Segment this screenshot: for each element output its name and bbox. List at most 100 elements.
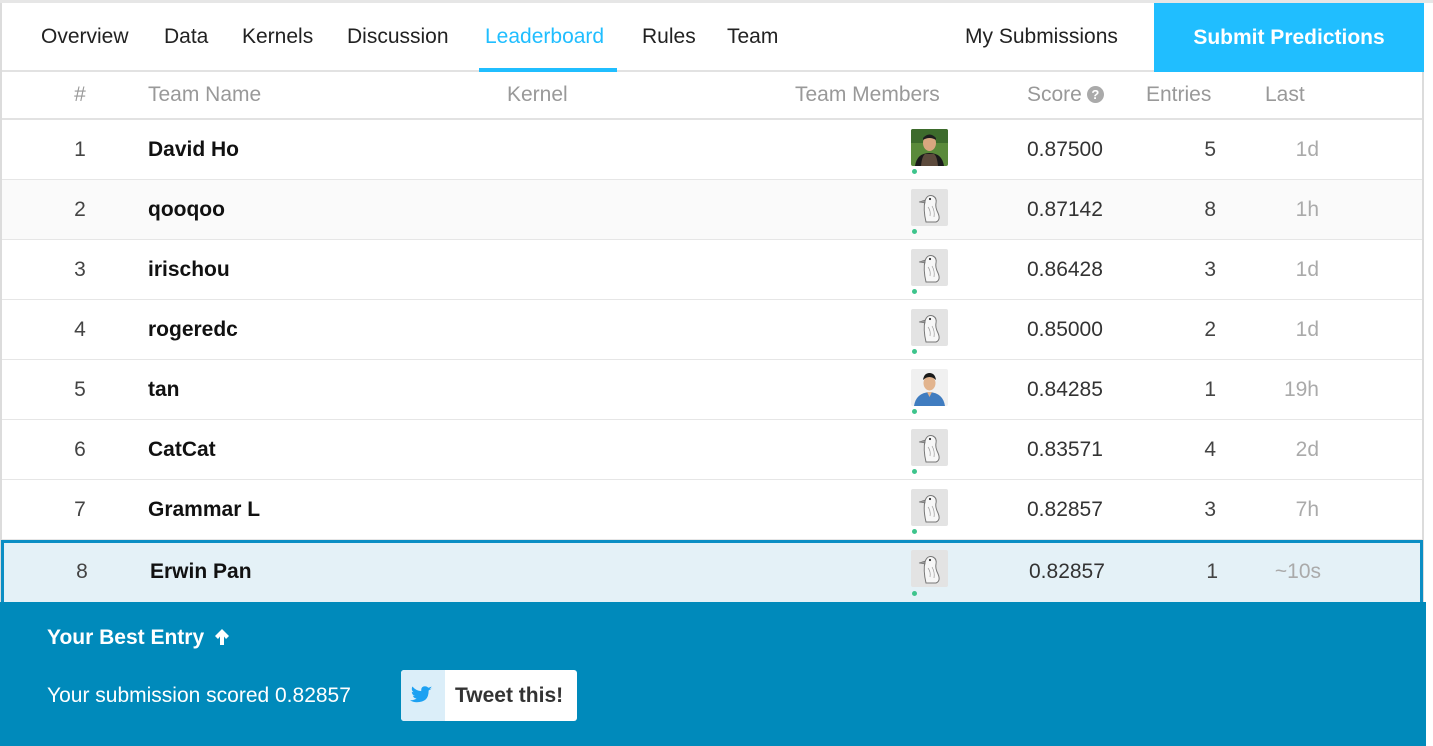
team-name-link[interactable]: David Ho [148,120,239,179]
arrow-up-icon [214,626,230,650]
my-team-row[interactable]: 8 Erwin Pan 0.82857 1 ~10s [1,540,1423,602]
header-team-members: Team Members [795,83,940,106]
last-cell: 7h [1295,498,1319,521]
tab-leaderboard[interactable]: Leaderboard [485,3,604,70]
avatar[interactable] [911,249,948,286]
online-status-dot [912,289,917,294]
score-cell: 0.84285 [1027,378,1103,401]
help-icon[interactable]: ? [1086,86,1104,103]
table-row[interactable]: 2 qooqoo 0.87142 8 1h [2,180,1422,240]
score-cell: 0.85000 [1027,318,1103,341]
avatar[interactable] [911,489,948,526]
header-last: Last [1265,83,1305,106]
last-cell: 1d [1295,258,1319,281]
default-goose-icon [911,249,948,286]
default-goose-icon [911,550,948,587]
tweet-button-label: Tweet this! [455,684,564,707]
twitter-bird-icon [401,670,445,721]
best-entry-title-text: Your Best Entry [47,626,205,649]
online-status-dot [912,169,917,174]
score-cell: 0.82857 [1027,498,1103,521]
table-row[interactable]: 3 irischou 0.86428 3 1d [2,240,1422,300]
tab-kernels[interactable]: Kernels [242,3,313,70]
competition-nav: Overview Data Kernels Discussion Leaderb… [2,3,1424,72]
default-goose-icon [911,189,948,226]
header-score[interactable]: Score? [1027,72,1104,118]
team-name-link[interactable]: Grammar L [148,480,260,539]
submit-predictions-button[interactable]: Submit Predictions [1154,3,1424,72]
team-name-link[interactable]: irischou [148,240,230,299]
online-status-dot [912,469,917,474]
header-rank: # [74,83,86,106]
rank-cell: 4 [74,318,86,341]
tweet-button[interactable]: Tweet this! [401,670,577,721]
table-row[interactable]: 5 tan 0.84285 1 19h [2,360,1422,420]
rank-cell: 6 [74,438,86,461]
entries-cell: 4 [1204,438,1216,461]
table-row[interactable]: 1 David Ho 0.87500 5 1d [2,120,1422,180]
header-entries: Entries [1146,83,1212,106]
score-cell: 0.83571 [1027,438,1103,461]
entries-cell: 1 [1206,560,1218,583]
online-status-dot [912,529,917,534]
leaderboard-rows: 1 David Ho 0.87500 5 1d 2 qooqoo 0.87142… [1,120,1423,602]
rank-cell: 5 [74,378,86,401]
best-entry-title: Your Best Entry [47,626,230,650]
entries-cell: 1 [1204,378,1216,401]
avatar[interactable] [911,189,948,226]
entries-cell: 3 [1204,258,1216,281]
last-cell: 2d [1295,438,1319,461]
last-cell: ~10s [1274,560,1321,583]
avatar[interactable] [911,129,948,166]
tab-data[interactable]: Data [164,3,208,70]
tab-discussion[interactable]: Discussion [347,3,449,70]
avatar[interactable] [911,309,948,346]
rank-cell: 1 [74,138,86,161]
score-cell: 0.86428 [1027,258,1103,281]
best-entry-score-text: Your submission scored 0.82857 [47,684,351,707]
team-name-link[interactable]: qooqoo [148,180,225,239]
online-status-dot [912,229,917,234]
entries-cell: 5 [1204,138,1216,161]
entries-cell: 8 [1204,198,1216,221]
rank-cell: 8 [76,560,88,583]
last-cell: 1d [1295,138,1319,161]
default-goose-icon [911,429,948,466]
score-cell: 0.87142 [1027,198,1103,221]
entries-cell: 3 [1204,498,1216,521]
last-cell: 19h [1283,378,1319,401]
leaderboard-header: # Team Name Kernel Team Members Score? E… [2,72,1422,120]
my-submissions-link[interactable]: My Submissions [965,3,1118,70]
score-cell: 0.82857 [1029,560,1105,583]
entries-cell: 2 [1204,318,1216,341]
table-row[interactable]: 6 CatCat 0.83571 4 2d [2,420,1422,480]
avatar[interactable] [911,550,948,587]
default-goose-icon [911,489,948,526]
online-status-dot [912,591,917,596]
last-cell: 1d [1295,318,1319,341]
team-name-link[interactable]: tan [148,360,180,419]
rank-cell: 3 [74,258,86,281]
avatar[interactable] [911,369,948,406]
header-kernel: Kernel [507,83,568,106]
team-name-link[interactable]: Erwin Pan [150,542,252,601]
table-row[interactable]: 7 Grammar L 0.82857 3 7h [2,480,1422,540]
tab-rules[interactable]: Rules [642,3,696,70]
team-name-link[interactable]: CatCat [148,420,216,479]
default-goose-icon [911,309,948,346]
header-team-name: Team Name [148,83,262,106]
score-cell: 0.87500 [1027,138,1103,161]
user-photo-icon [911,369,948,406]
tab-team[interactable]: Team [727,3,778,70]
online-status-dot [912,349,917,354]
last-cell: 1h [1295,198,1319,221]
best-entry-panel: Your Best Entry Your submission scored 0… [0,602,1426,746]
team-name-link[interactable]: rogeredc [148,300,238,359]
rank-cell: 7 [74,498,86,521]
online-status-dot [912,409,917,414]
avatar[interactable] [911,429,948,466]
table-row[interactable]: 4 rogeredc 0.85000 2 1d [2,300,1422,360]
tab-overview[interactable]: Overview [41,3,129,70]
rank-cell: 2 [74,198,86,221]
user-photo-icon [911,129,948,166]
